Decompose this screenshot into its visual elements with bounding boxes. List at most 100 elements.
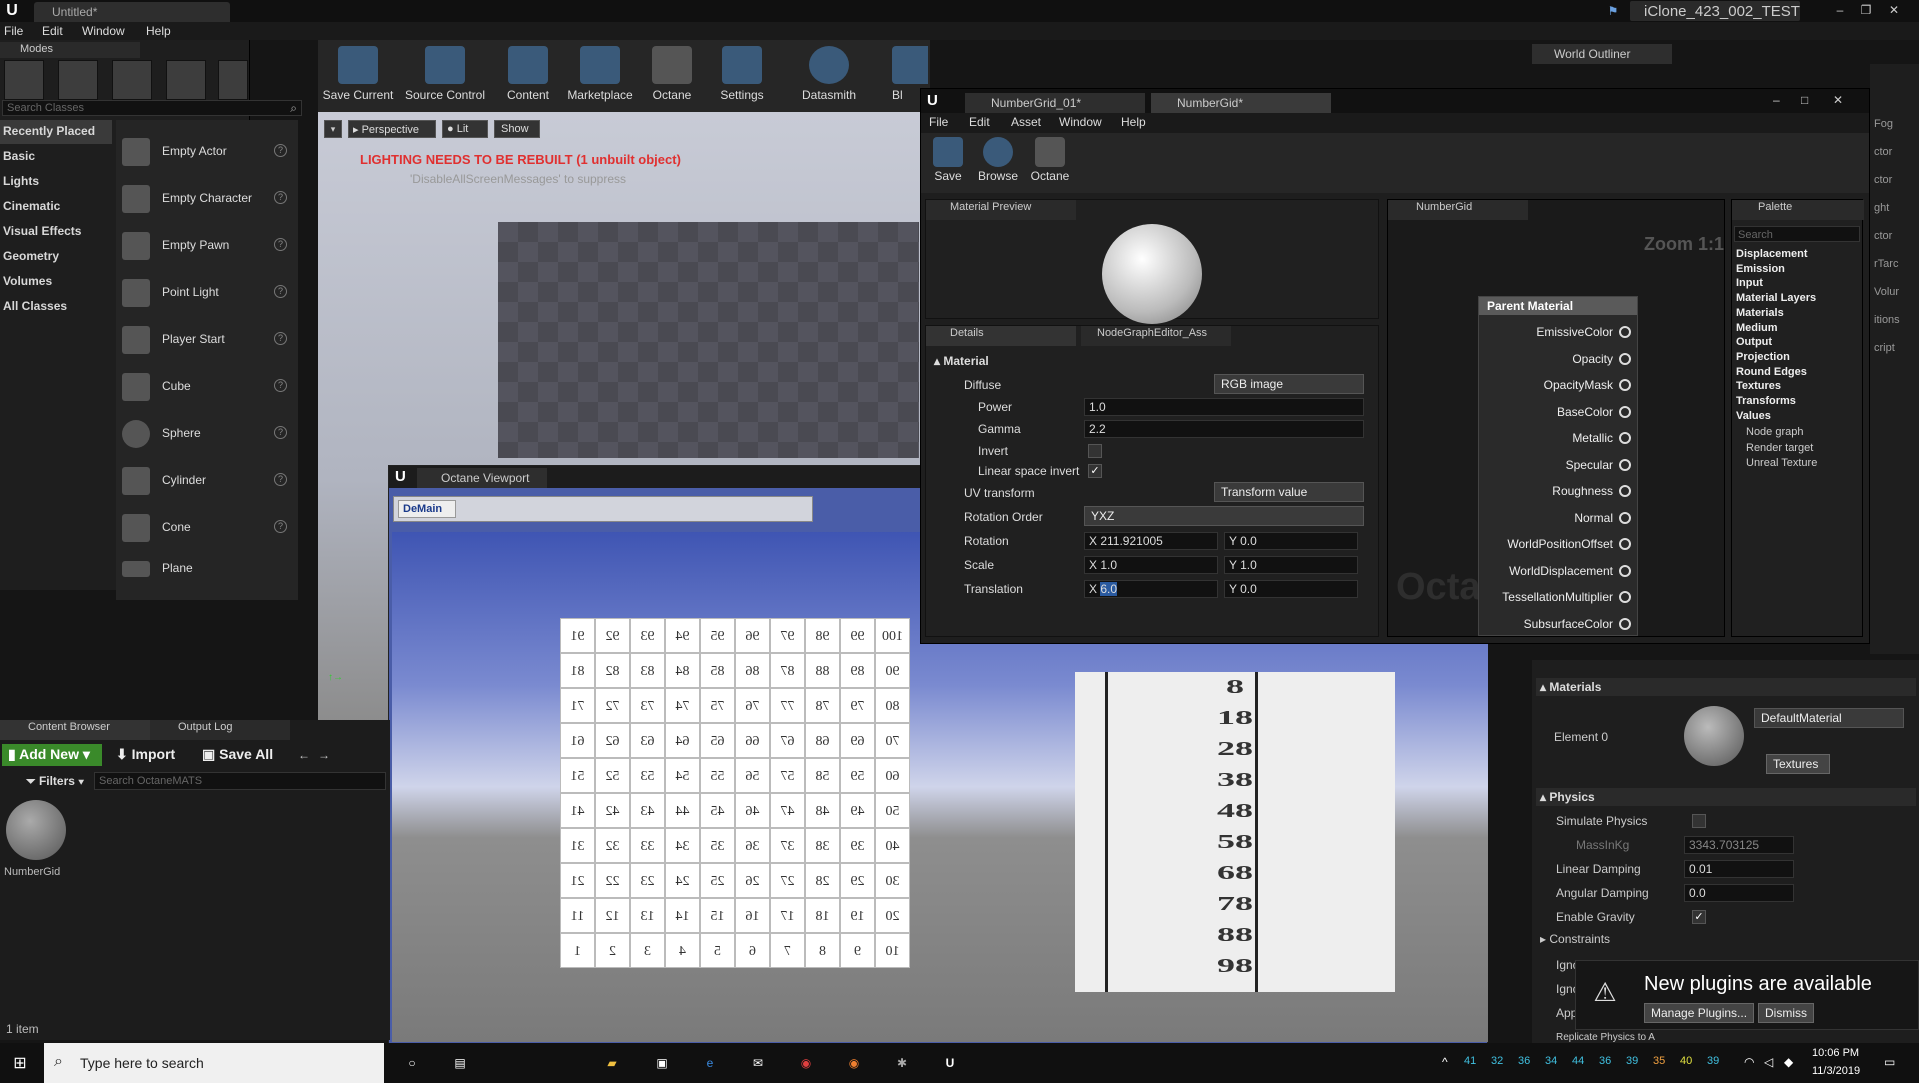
palette-category[interactable]: Displacement bbox=[1736, 248, 1808, 260]
material-pin[interactable]: SubsurfaceColor bbox=[1479, 615, 1637, 635]
menu-edit[interactable]: Edit bbox=[42, 24, 63, 38]
palette-category[interactable]: Materials bbox=[1736, 307, 1784, 319]
menu-help[interactable]: Help bbox=[146, 24, 171, 38]
source-control-icon[interactable]: ⚑ bbox=[1605, 3, 1621, 19]
help-icon[interactable]: ? bbox=[274, 520, 287, 533]
menu-file[interactable]: File bbox=[4, 24, 23, 38]
save-button[interactable]: Save bbox=[927, 135, 969, 201]
forward-arrow-icon[interactable]: → bbox=[318, 748, 330, 762]
save-all-button[interactable]: ▣ Save All bbox=[202, 746, 286, 766]
content-search-input[interactable]: Search OctaneMATS bbox=[94, 772, 386, 790]
back-arrow-icon[interactable]: ← bbox=[298, 748, 310, 762]
pin-dot-icon[interactable] bbox=[1619, 485, 1631, 497]
gamma-field[interactable]: 2.2 bbox=[1084, 420, 1364, 438]
menu-window[interactable]: Window bbox=[1059, 115, 1102, 129]
minimize-icon[interactable]: – bbox=[1830, 2, 1850, 18]
pin-dot-icon[interactable] bbox=[1619, 405, 1631, 418]
place-mode-button[interactable] bbox=[4, 60, 44, 100]
category-geometry[interactable]: Geometry bbox=[0, 245, 112, 269]
perspective-button[interactable]: ▸ Perspective bbox=[348, 120, 436, 138]
pin-dot-icon[interactable] bbox=[1619, 538, 1631, 550]
world-outliner-tab[interactable]: World Outliner bbox=[1532, 44, 1672, 64]
clock-date[interactable]: 11/3/2019 bbox=[1812, 1065, 1860, 1077]
graph-tab[interactable]: NumberGid bbox=[1388, 200, 1528, 220]
datasmith-button[interactable]: Datasmith bbox=[794, 42, 864, 108]
help-icon[interactable]: ? bbox=[274, 144, 287, 157]
power-field[interactable]: 1.0 bbox=[1084, 398, 1364, 416]
scale-y-field[interactable]: Y 1.0 bbox=[1224, 556, 1358, 574]
menu-edit[interactable]: Edit bbox=[969, 115, 990, 129]
help-icon[interactable]: ? bbox=[274, 285, 287, 298]
pin-dot-icon[interactable] bbox=[1619, 511, 1631, 524]
store-icon[interactable]: ▣ bbox=[650, 1051, 674, 1075]
angular-damping-field[interactable]: 0.0 bbox=[1684, 884, 1794, 902]
menu-file[interactable]: File bbox=[929, 115, 948, 129]
node-graph-editor-tab[interactable]: NodeGraphEditor_Ass bbox=[1081, 326, 1231, 346]
action-center-icon[interactable]: ▭ bbox=[1884, 1055, 1895, 1069]
firefox-icon[interactable]: ◉ bbox=[842, 1051, 866, 1075]
rotation-x-field[interactable]: X 211.921005 bbox=[1084, 532, 1218, 550]
output-log-tab[interactable]: Output Log bbox=[150, 720, 290, 740]
dropbox-icon[interactable]: ◆ bbox=[1784, 1055, 1793, 1069]
physics-section-header[interactable]: ▴ Physics bbox=[1536, 788, 1916, 806]
rotation-order-dropdown[interactable]: YXZ bbox=[1084, 506, 1364, 526]
pin-dot-icon[interactable] bbox=[1619, 326, 1631, 338]
settings-button[interactable]: Settings bbox=[712, 42, 772, 108]
mass-field[interactable]: 3343.703125 bbox=[1684, 836, 1794, 854]
linear-damping-field[interactable]: 0.01 bbox=[1684, 860, 1794, 878]
search-classes-input[interactable]: Search Classes ⌕ bbox=[2, 100, 302, 116]
help-icon[interactable]: ? bbox=[274, 426, 287, 439]
viewport-options-button[interactable]: ▾ bbox=[324, 120, 342, 138]
menu-help[interactable]: Help bbox=[1121, 115, 1146, 129]
marketplace-button[interactable]: Marketplace bbox=[562, 42, 638, 108]
asset-thumbnail[interactable] bbox=[6, 800, 66, 860]
palette-category[interactable]: Transforms bbox=[1736, 395, 1796, 407]
windows-start-icon[interactable]: ⊞ bbox=[10, 1053, 30, 1073]
palette-category[interactable]: Input bbox=[1736, 277, 1763, 289]
material-pin[interactable]: TessellationMultiplier bbox=[1479, 588, 1637, 608]
pin-dot-icon[interactable] bbox=[1619, 617, 1631, 630]
material-thumbnail[interactable] bbox=[1684, 706, 1744, 766]
document-tab[interactable]: Untitled* bbox=[34, 2, 230, 22]
textures-button[interactable]: Textures bbox=[1766, 754, 1830, 774]
palette-category[interactable]: Projection bbox=[1736, 351, 1790, 363]
search-icon[interactable]: ⌕ bbox=[290, 101, 297, 116]
material-pin[interactable]: Specular bbox=[1479, 456, 1637, 476]
material-graph[interactable]: NumberGid Zoom 1:1 OctaneMate Parent Mat… bbox=[1387, 199, 1725, 637]
tab-numbergrid-01[interactable]: NumberGrid_01* bbox=[965, 93, 1145, 113]
category-all-classes[interactable]: All Classes bbox=[0, 295, 112, 319]
details-tab[interactable]: Details bbox=[926, 326, 1076, 346]
palette-category[interactable]: Round Edges bbox=[1736, 366, 1807, 378]
help-icon[interactable]: ? bbox=[274, 238, 287, 251]
menu-window[interactable]: Window bbox=[82, 24, 125, 38]
place-item-empty-character[interactable]: Empty Character? bbox=[118, 179, 293, 219]
pin-dot-icon[interactable] bbox=[1619, 352, 1631, 365]
restore-icon[interactable]: ❐ bbox=[1856, 2, 1876, 18]
category-lights[interactable]: Lights bbox=[0, 170, 112, 194]
cortana-icon[interactable]: ○ bbox=[400, 1051, 424, 1075]
foliage-mode-button[interactable] bbox=[166, 60, 206, 100]
place-item-cube[interactable]: Cube? bbox=[118, 367, 293, 407]
landscape-mode-button[interactable] bbox=[112, 60, 152, 100]
materials-section-header[interactable]: ▴ Materials bbox=[1536, 678, 1916, 696]
constraints-row[interactable]: ▸ Constraints bbox=[1540, 932, 1610, 946]
maximize-icon[interactable]: □ bbox=[1801, 93, 1808, 107]
edge-icon[interactable]: e bbox=[698, 1051, 722, 1075]
octane-button[interactable]: Octane bbox=[1027, 135, 1073, 201]
material-pin[interactable]: BaseColor bbox=[1479, 403, 1637, 423]
palette-item[interactable]: Unreal Texture bbox=[1746, 457, 1817, 469]
content-browser-tab[interactable]: Content Browser bbox=[0, 720, 150, 740]
palette-item[interactable]: Node graph bbox=[1746, 426, 1804, 438]
place-item-cone[interactable]: Cone? bbox=[118, 508, 293, 548]
file-explorer-icon[interactable]: ▰ bbox=[600, 1051, 624, 1075]
close-icon[interactable]: ✕ bbox=[1833, 93, 1843, 107]
tray-expand-icon[interactable]: ^ bbox=[1442, 1055, 1448, 1069]
material-pin[interactable]: Opacity bbox=[1479, 350, 1637, 370]
help-icon[interactable]: ? bbox=[274, 332, 287, 345]
place-item-plane[interactable]: Plane bbox=[118, 555, 293, 583]
help-icon[interactable]: ? bbox=[274, 473, 287, 486]
material-pin[interactable]: Metallic bbox=[1479, 429, 1637, 449]
translation-y-field[interactable]: Y 0.0 bbox=[1224, 580, 1358, 598]
pin-dot-icon[interactable] bbox=[1619, 379, 1631, 391]
octane-button[interactable]: Octane bbox=[644, 42, 700, 108]
